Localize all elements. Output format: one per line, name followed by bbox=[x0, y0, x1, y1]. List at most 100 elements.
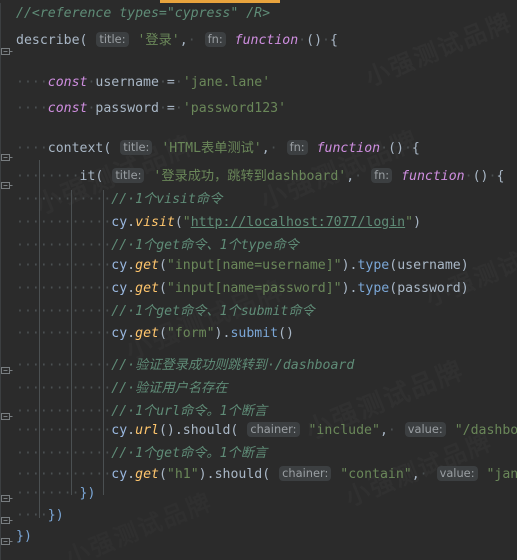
code-token: cy bbox=[111, 281, 128, 296]
string-literal: "input[name=password]" bbox=[166, 281, 342, 296]
code-token: username bbox=[397, 258, 461, 273]
whitespace-dots: ············ bbox=[16, 304, 112, 319]
whitespace-dots: · bbox=[322, 33, 330, 48]
code-token: ( bbox=[389, 258, 398, 273]
whitespace-dots: ············ bbox=[16, 215, 112, 230]
code-token: visit bbox=[135, 215, 175, 230]
whitespace-dots: · bbox=[380, 141, 389, 156]
progress-indicator bbox=[160, 0, 280, 3]
code-token: get bbox=[135, 258, 159, 273]
code-fold-toggle[interactable] bbox=[0, 45, 13, 58]
code-token: function bbox=[401, 169, 465, 184]
string-literal: 'HTML表单测试' bbox=[161, 141, 262, 156]
whitespace-dots: · bbox=[174, 101, 183, 116]
code-token: password bbox=[95, 101, 159, 116]
code-token: submit bbox=[230, 326, 279, 341]
code-content[interactable]: //<reference types="cypress" /R> describe… bbox=[0, 0, 517, 560]
code-token: password bbox=[397, 281, 461, 296]
code-line[interactable]: ············cy.get("form").submit() bbox=[16, 322, 294, 346]
code-token: . bbox=[127, 281, 136, 296]
code-line[interactable]: ············//·1个get命令、1个submit命令 bbox=[16, 300, 315, 324]
code-token: . bbox=[127, 423, 136, 438]
code-fold-toggle[interactable] bbox=[0, 410, 13, 423]
code-token: , bbox=[261, 141, 270, 156]
string-literal: "form" bbox=[166, 326, 215, 341]
code-line[interactable]: ············cy.get("input[name=username]… bbox=[16, 254, 469, 278]
code-line[interactable]: //<reference types="cypress" /R> bbox=[16, 2, 270, 26]
code-token: context( bbox=[47, 141, 112, 156]
code-token: . bbox=[127, 258, 136, 273]
code-line[interactable]: ····const·username·=·'jane.lane' bbox=[16, 71, 270, 95]
whitespace-dots: ········ bbox=[16, 486, 80, 501]
code-token: . bbox=[127, 326, 136, 341]
whitespace-dots: ············ bbox=[16, 404, 112, 419]
whitespace-dots: ············ bbox=[16, 192, 112, 207]
whitespace-dots: · bbox=[354, 169, 363, 184]
string-literal: " bbox=[182, 215, 191, 230]
code-token: get bbox=[135, 281, 159, 296]
code-editor[interactable]: 小强测试品牌小强测试品牌小强测试品牌小强测试品牌小强测试品牌小强测试品牌小强测试… bbox=[0, 0, 517, 560]
code-comment: //·验证用户名存在 bbox=[111, 381, 228, 396]
whitespace-dots: · bbox=[174, 75, 183, 90]
code-token: , bbox=[411, 467, 420, 482]
code-token: () bbox=[472, 169, 489, 184]
code-fold-toggle[interactable] bbox=[0, 535, 13, 548]
code-line[interactable]: ········it( title: '登录成功，跳转到dashboard',·… bbox=[16, 165, 504, 189]
string-literal: 'jane.lane' bbox=[182, 75, 271, 90]
code-fold-toggle[interactable] bbox=[0, 151, 13, 164]
string-literal: "jane.lane" bbox=[486, 467, 517, 482]
whitespace-dots: · bbox=[387, 423, 396, 438]
code-line[interactable]: ····context( title: 'HTML表单测试',· fn: fun… bbox=[16, 137, 420, 161]
code-token: cy bbox=[111, 258, 128, 273]
code-fold-toggle[interactable] bbox=[0, 179, 13, 192]
code-line[interactable]: ············//·1个visit命令 bbox=[16, 188, 222, 212]
code-token: ( bbox=[158, 258, 167, 273]
url-link[interactable]: http://localhost:7077/login bbox=[191, 215, 405, 230]
code-line[interactable]: ············//·验证登录成功则跳转到·/dashboard bbox=[16, 354, 354, 378]
code-token: type bbox=[357, 281, 390, 296]
string-literal: '登录' bbox=[137, 33, 180, 48]
whitespace-dots: · bbox=[158, 101, 167, 116]
code-comment: //·1个url命令。1个断言 bbox=[111, 404, 268, 419]
code-fold-toggle[interactable] bbox=[0, 514, 13, 527]
string-literal: "/dashboard" bbox=[454, 423, 517, 438]
code-fold-toggle[interactable] bbox=[0, 364, 13, 377]
editor-gutter[interactable] bbox=[0, 0, 16, 560]
whitespace-dots: ···· bbox=[16, 101, 48, 116]
code-token: ( bbox=[158, 467, 167, 482]
code-line[interactable]: ············cy.visit("http://localhost:7… bbox=[16, 211, 421, 235]
parameter-hint-chip: title: bbox=[112, 168, 145, 183]
code-token: = bbox=[166, 101, 175, 116]
code-line[interactable]: ············//·验证用户名存在 bbox=[16, 377, 227, 401]
whitespace-dots: ········ bbox=[16, 169, 80, 184]
code-line[interactable]: ············cy.url().should( chainer: "i… bbox=[16, 419, 517, 443]
code-line[interactable]: }) bbox=[16, 525, 32, 549]
parameter-hint-chip: fn: bbox=[286, 140, 308, 155]
whitespace-dots: ············ bbox=[16, 258, 112, 273]
code-token: , bbox=[379, 423, 388, 438]
code-token: should( bbox=[182, 423, 239, 438]
code-token: () bbox=[158, 423, 175, 438]
code-token: cy bbox=[111, 423, 128, 438]
code-token: const bbox=[47, 75, 88, 90]
whitespace-dots: ············ bbox=[16, 446, 112, 461]
parameter-hint-chip: fn: bbox=[204, 32, 226, 47]
code-comment: //·1个get命令、1个submit命令 bbox=[111, 304, 315, 319]
string-literal: "include" bbox=[308, 423, 380, 438]
code-token: ( bbox=[158, 326, 167, 341]
code-line[interactable]: describe( title: '登录',· fn: function·()·… bbox=[16, 29, 338, 53]
code-line[interactable]: ········}) bbox=[16, 482, 95, 506]
whitespace-dots: ············ bbox=[16, 381, 112, 396]
code-fold-toggle[interactable] bbox=[0, 492, 13, 505]
code-line[interactable]: ····const·password·=·'password123' bbox=[16, 97, 286, 121]
code-line[interactable]: ············cy.get("input[name=password]… bbox=[16, 277, 469, 301]
whitespace-dots: ············ bbox=[16, 423, 112, 438]
code-token: , bbox=[179, 33, 188, 48]
